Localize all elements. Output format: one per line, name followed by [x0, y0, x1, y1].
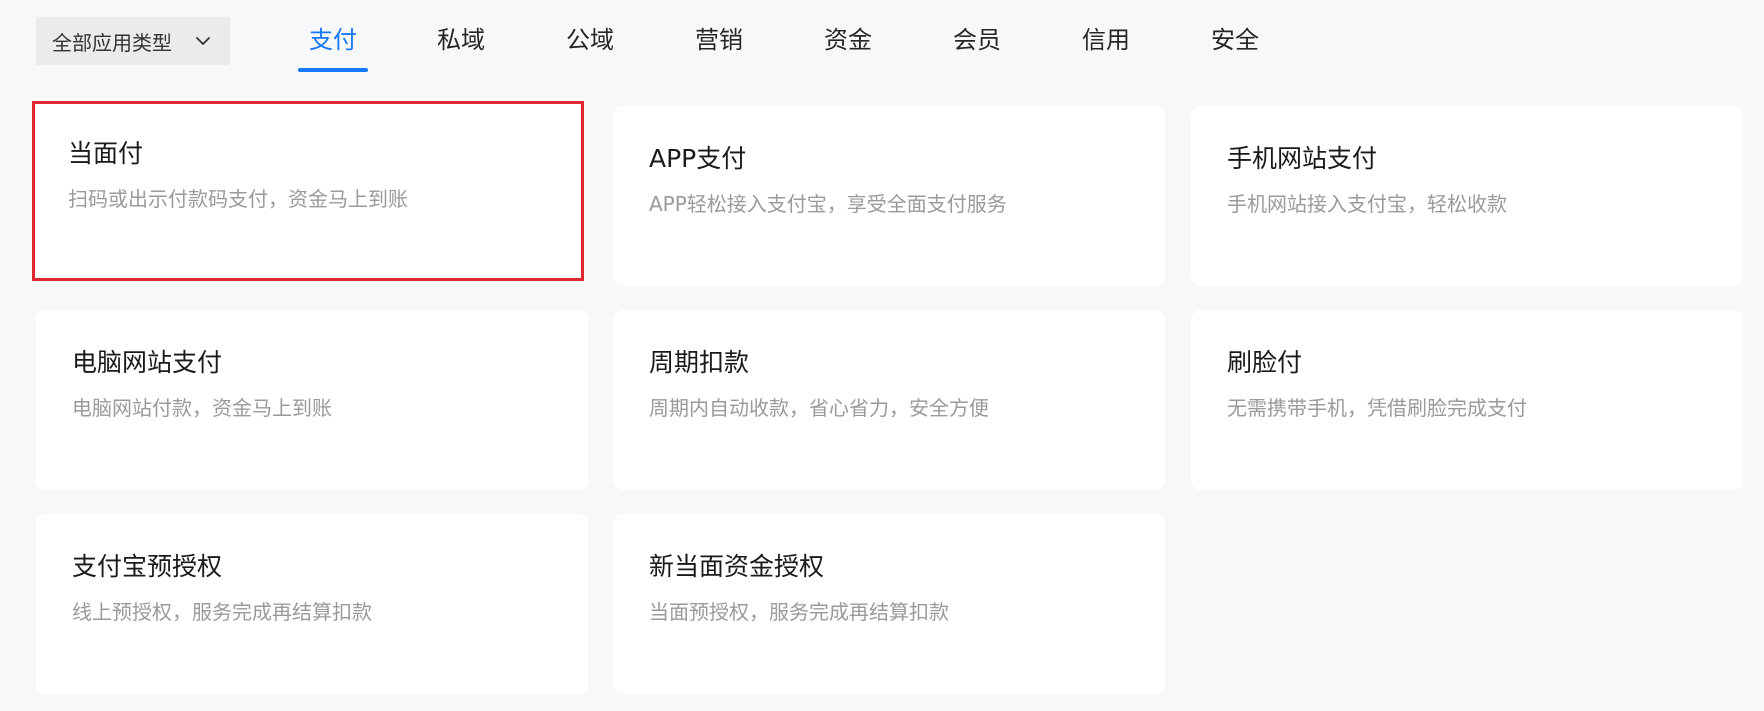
tab-marketing[interactable]: 营销 — [684, 20, 754, 70]
tab-private-domain[interactable]: 私域 — [426, 20, 496, 70]
card-title: 支付宝预授权 — [72, 552, 223, 581]
product-card-pc-web-pay[interactable]: 电脑网站支付 电脑网站付款，资金马上到账 — [36, 310, 588, 490]
tab-credit[interactable]: 信用 — [1071, 20, 1141, 70]
active-tab-indicator — [298, 68, 368, 72]
app-type-dropdown-label: 全部应用类型 — [52, 30, 172, 55]
tab-public-domain[interactable]: 公域 — [555, 20, 625, 70]
product-card-recurring-deduction[interactable]: 周期扣款 周期内自动收款，省心省力，安全方便 — [613, 310, 1165, 490]
tab-membership[interactable]: 会员 — [942, 20, 1012, 70]
card-title: 电脑网站支付 — [72, 348, 223, 377]
card-description: 手机网站接入支付宝，轻松收款 — [1227, 192, 1507, 216]
card-description: 电脑网站付款，资金马上到账 — [72, 396, 332, 420]
top-bar: 全部应用类型 支付 私域 公域 营销 资金 会员 信用 安全 — [0, 0, 1764, 80]
product-card-new-f2f-fund-auth[interactable]: 新当面资金授权 当面预授权，服务完成再结算扣款 — [613, 514, 1165, 694]
tab-label: 资金 — [824, 26, 872, 54]
card-title: 手机网站支付 — [1227, 144, 1378, 173]
tab-payment[interactable]: 支付 — [298, 20, 368, 72]
tab-label: 支付 — [309, 26, 357, 54]
card-description: 扫码或出示付款码支付，资金马上到账 — [68, 187, 408, 211]
card-description: 当面预授权，服务完成再结算扣款 — [649, 600, 949, 624]
tab-label: 私域 — [437, 26, 485, 54]
card-description: 线上预授权，服务完成再结算扣款 — [72, 600, 372, 624]
tab-label: 安全 — [1211, 26, 1259, 54]
card-description: 周期内自动收款，省心省力，安全方便 — [649, 396, 989, 420]
product-card-app-pay[interactable]: APP支付 APP轻松接入支付宝，享受全面支付服务 — [613, 106, 1165, 286]
card-title: 新当面资金授权 — [649, 552, 825, 581]
tab-label: 营销 — [695, 26, 743, 54]
tab-label: 会员 — [953, 26, 1001, 54]
card-title: 当面付 — [68, 139, 144, 168]
product-card-face-pay[interactable]: 刷脸付 无需携带手机，凭借刷脸完成支付 — [1191, 310, 1743, 490]
card-description: APP轻松接入支付宝，享受全面支付服务 — [649, 192, 1007, 216]
tab-security[interactable]: 安全 — [1200, 20, 1270, 70]
card-title: 周期扣款 — [649, 348, 750, 377]
chevron-down-icon — [196, 37, 210, 45]
tab-label: 公域 — [566, 26, 614, 54]
tab-label: 信用 — [1082, 26, 1130, 54]
app-type-dropdown[interactable]: 全部应用类型 — [36, 17, 230, 65]
product-card-face-to-face-pay[interactable]: 当面付 扫码或出示付款码支付，资金马上到账 — [32, 101, 584, 281]
card-description: 无需携带手机，凭借刷脸完成支付 — [1227, 396, 1527, 420]
card-title: APP支付 — [649, 144, 747, 173]
card-title: 刷脸付 — [1227, 348, 1303, 377]
product-card-alipay-preauth[interactable]: 支付宝预授权 线上预授权，服务完成再结算扣款 — [36, 514, 588, 694]
product-card-mobile-web-pay[interactable]: 手机网站支付 手机网站接入支付宝，轻松收款 — [1191, 106, 1743, 286]
tab-funds[interactable]: 资金 — [813, 20, 883, 70]
